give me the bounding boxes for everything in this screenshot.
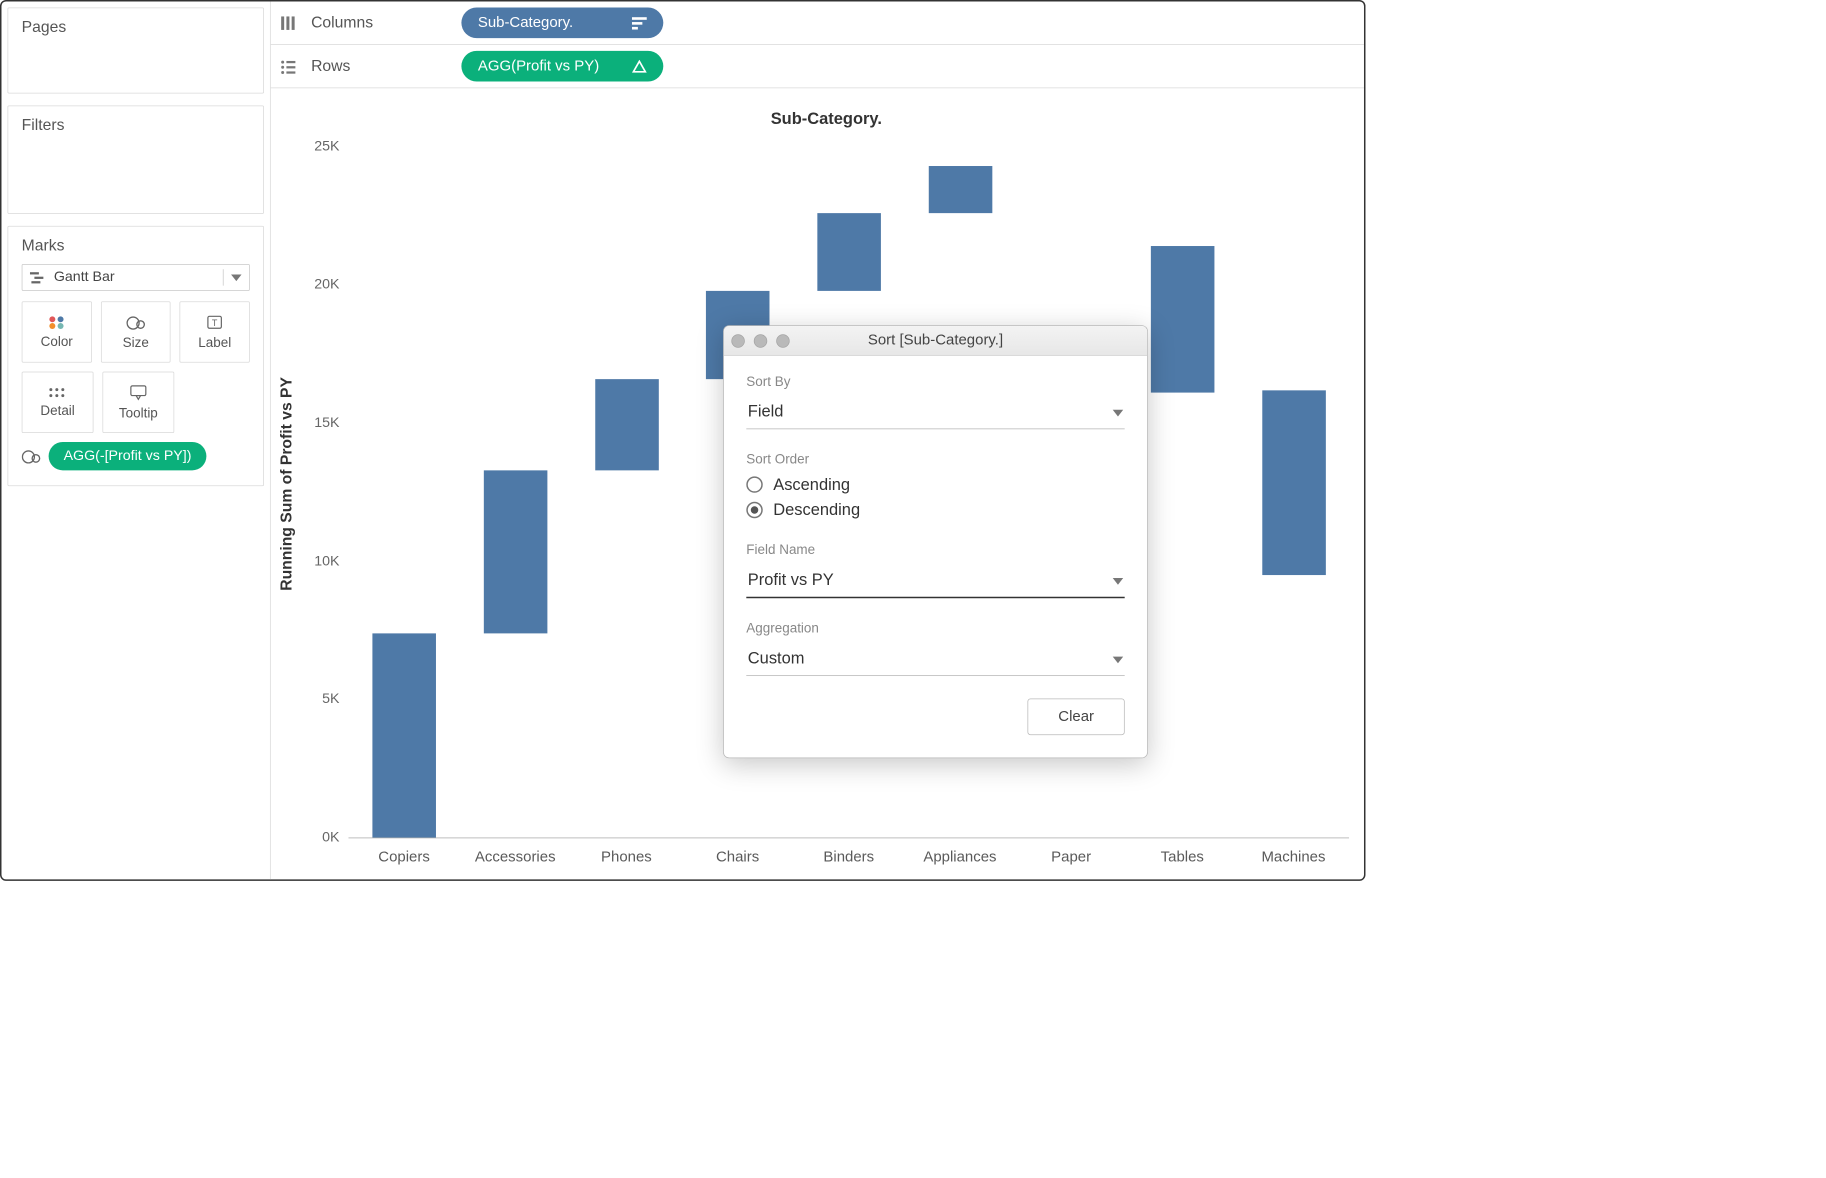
size-encoding-pill-label: AGG(-[Profit vs PY]) [64,448,192,464]
bar[interactable] [817,213,881,290]
rows-icon [280,58,299,74]
radio-ascending[interactable]: Ascending [746,475,1124,494]
size-icon [126,314,145,330]
columns-shelf[interactable]: Columns Sub-Category. [271,1,1364,44]
ascending-label: Ascending [773,475,850,494]
columns-icon [280,15,299,31]
sort-by-value: Field [748,402,784,421]
radio-icon [746,502,762,518]
x-tick-label: Phones [571,849,682,866]
detail-card[interactable]: Detail [22,372,94,433]
bar[interactable] [1151,246,1215,392]
size-card[interactable]: Size [101,301,171,362]
y-tick-label: 15K [314,415,339,431]
label-card[interactable]: T Label [180,301,250,362]
tooltip-card[interactable]: Tooltip [102,372,174,433]
field-name-select[interactable]: Profit vs PY [746,565,1124,598]
clear-label: Clear [1058,708,1094,724]
chevron-down-icon [223,269,242,285]
sort-order-label: Sort Order [746,452,1124,468]
color-label: Color [41,334,73,350]
y-tick-label: 0K [322,829,339,845]
marks-card: Marks Gantt Bar Color [7,226,263,486]
x-tick-label: Appliances [904,849,1015,866]
label-label: Label [198,335,231,351]
y-axis-label: Running Sum of Profit vs PY [271,102,304,866]
window-max-icon[interactable] [776,334,789,347]
tooltip-icon [129,384,148,400]
y-tick-label: 25K [314,139,339,155]
window-min-icon[interactable] [754,334,767,347]
x-tick-label: Paper [1016,849,1127,866]
svg-text:T: T [212,318,218,328]
chevron-down-icon [1113,648,1123,667]
x-tick-label: Copiers [348,849,459,866]
size-label: Size [123,335,149,351]
pages-label: Pages [22,19,250,37]
y-tick-label: 10K [314,553,339,569]
bar[interactable] [373,633,437,837]
filters-label: Filters [22,117,250,135]
y-tick-label: 5K [322,691,339,707]
window-close-icon[interactable] [731,334,744,347]
detail-icon [48,386,67,398]
bar[interactable] [595,379,659,470]
x-tick-label: Machines [1238,849,1349,866]
color-icon [48,314,66,329]
columns-pill[interactable]: Sub-Category. [461,7,663,38]
bar[interactable] [1262,390,1326,575]
x-tick-label: Accessories [460,849,571,866]
sort-by-select[interactable]: Field [746,397,1124,429]
detail-label: Detail [40,403,74,419]
marks-label: Marks [22,237,250,255]
sort-icon [632,16,647,29]
clear-button[interactable]: Clear [1028,698,1125,735]
x-tick-label: Tables [1127,849,1238,866]
x-tick-label: Binders [793,849,904,866]
dialog-titlebar[interactable]: Sort [Sub-Category.] [724,326,1147,356]
rows-pill[interactable]: AGG(Profit vs PY) [461,51,663,82]
filters-card: Filters [7,105,263,213]
aggregation-value: Custom [748,648,805,667]
delta-icon [632,59,647,72]
size-encoding-icon [22,448,41,464]
rows-label: Rows [311,57,449,75]
y-tick-label: 20K [314,277,339,293]
mark-type-select[interactable]: Gantt Bar [22,264,250,291]
color-card[interactable]: Color [22,301,92,362]
chevron-down-icon [1113,570,1123,589]
field-name-label: Field Name [746,542,1124,558]
descending-label: Descending [773,500,860,519]
bar[interactable] [929,166,993,213]
chevron-down-icon [1113,402,1123,421]
label-icon: T [206,314,224,330]
pages-card: Pages [7,7,263,93]
field-name-value: Profit vs PY [748,570,834,589]
tooltip-label: Tooltip [119,405,158,421]
rows-pill-label: AGG(Profit vs PY) [478,58,599,75]
aggregation-select[interactable]: Custom [746,644,1124,676]
rows-shelf[interactable]: Rows AGG(Profit vs PY) [271,45,1364,88]
gantt-bar-icon [30,271,46,284]
radio-icon [746,476,762,492]
mark-type-value: Gantt Bar [54,269,115,285]
size-encoding-pill[interactable]: AGG(-[Profit vs PY]) [49,442,207,470]
chart-title: Sub-Category. [304,109,1349,128]
sort-dialog: Sort [Sub-Category.] Sort By Field Sort … [723,325,1148,758]
radio-descending[interactable]: Descending [746,500,1124,519]
x-tick-label: Chairs [682,849,793,866]
bar[interactable] [484,470,548,633]
aggregation-label: Aggregation [746,621,1124,637]
columns-label: Columns [311,14,449,32]
sort-by-label: Sort By [746,374,1124,390]
columns-pill-label: Sub-Category. [478,14,573,31]
